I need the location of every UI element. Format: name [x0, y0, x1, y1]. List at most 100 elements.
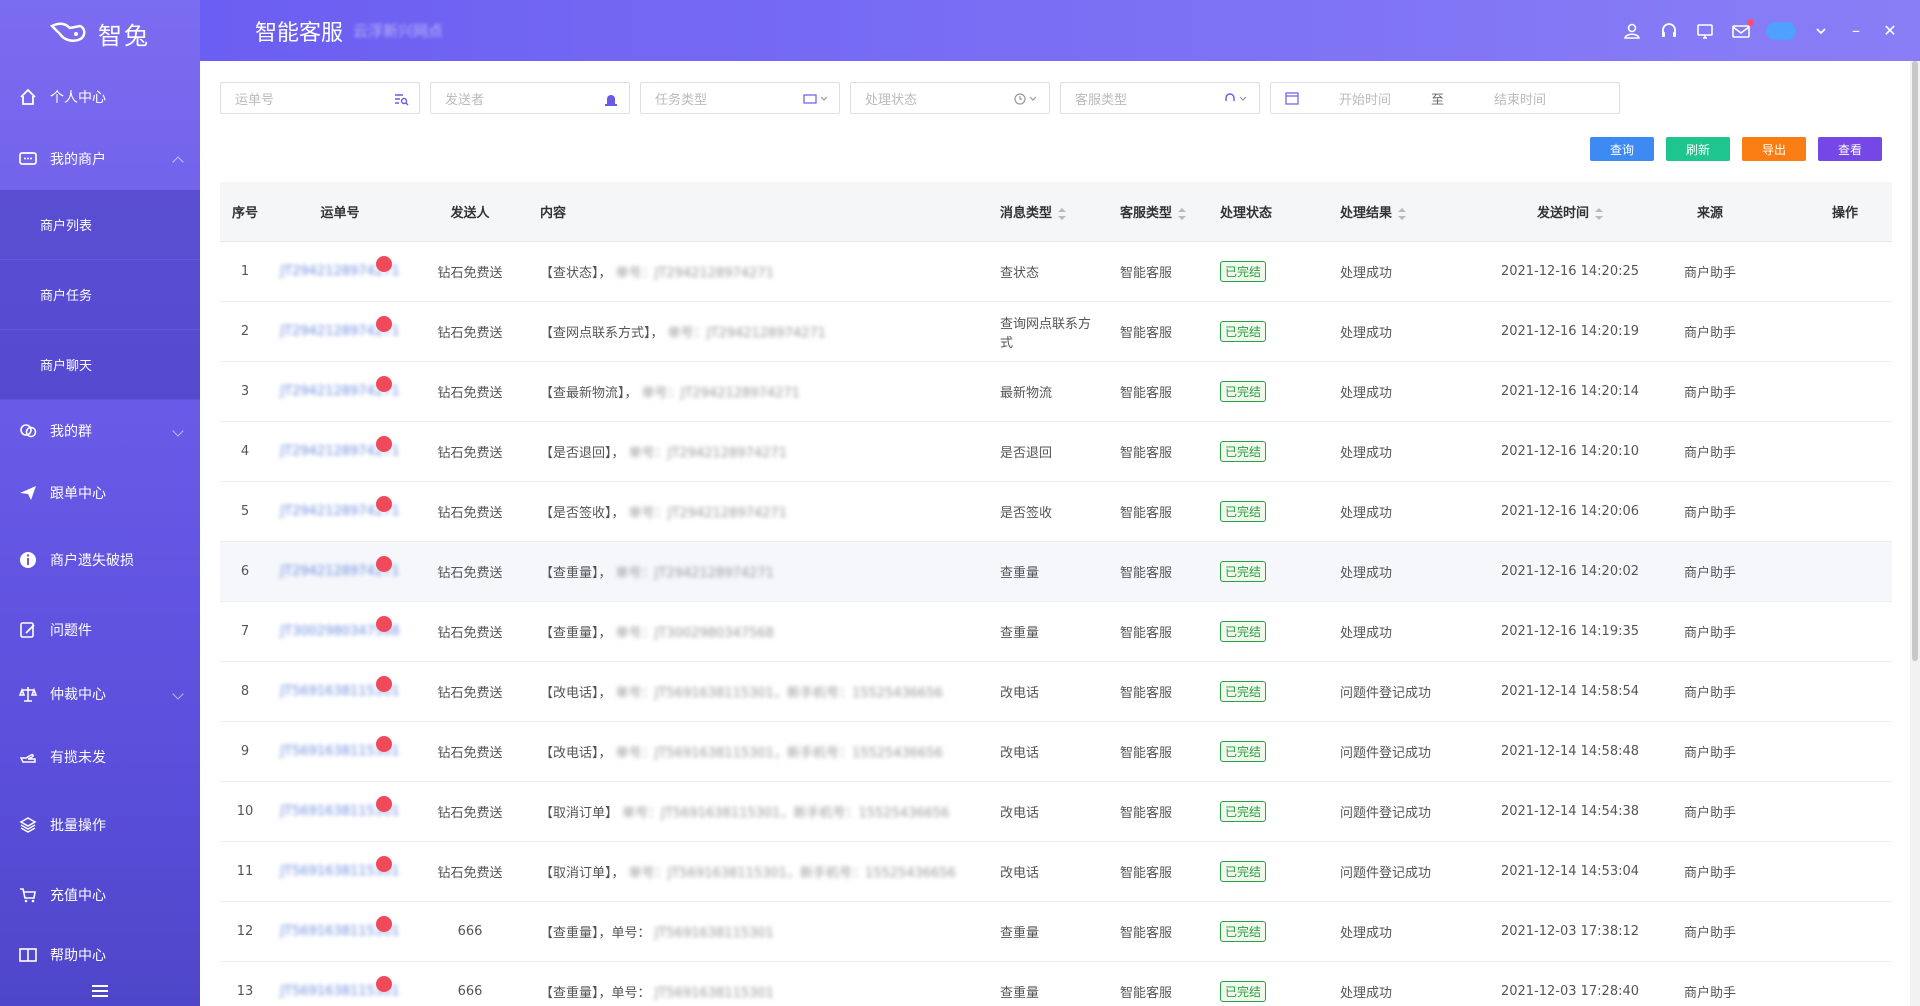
cell-result: 处理成功	[1340, 926, 1393, 941]
sort-icon[interactable]	[1058, 207, 1067, 220]
date-range-picker[interactable]: 开始时间 至 结束时间	[1270, 82, 1620, 114]
cell-bill[interactable]: JT5691638115301	[270, 976, 410, 999]
cell-svc-type: 智能客服	[1120, 746, 1173, 761]
cell-bill[interactable]: JT5691638115301	[270, 736, 410, 759]
content-head: 【查重量】，	[540, 566, 612, 581]
cell-source: 商户助手	[1683, 266, 1736, 281]
sidebar-item-help[interactable]: 帮助中心	[0, 930, 200, 980]
view-button[interactable]: 查看	[1818, 137, 1882, 161]
sidebar: 智兔 个人中心 我的商户 商户列表 商户任务 商户聊天 我的群 跟单中心 商户遗…	[0, 0, 200, 1006]
cell-msg-type: 是否退回	[1000, 446, 1053, 461]
sidebar-item-label: 有揽未发	[50, 750, 106, 766]
sidebar-item-problem[interactable]: 问题件	[0, 596, 200, 664]
unread-badge	[376, 376, 392, 392]
user-switch-icon[interactable]	[1622, 20, 1644, 42]
cell-source: 商户助手	[1683, 746, 1736, 761]
cell-content: 【取消订单】 单号：JT5691638115301，新手机号：155254366…	[530, 802, 990, 821]
refresh-button[interactable]: 刷新	[1666, 137, 1730, 161]
unread-badge	[376, 976, 392, 992]
col-header-content: 内容	[540, 206, 567, 221]
cell-bill[interactable]: JT2942128974271	[270, 316, 410, 339]
sidebar-subitem-merchant-list[interactable]: 商户列表	[0, 190, 200, 260]
cell-source: 商户助手	[1683, 626, 1736, 641]
content-tail: 单号：JT5691638115301，新手机号：15525436656	[615, 746, 943, 761]
status-select[interactable]: 处理状态	[850, 82, 1050, 114]
sidebar-item-recharge[interactable]: 充值中心	[0, 860, 200, 930]
cell-bill[interactable]: JT2942128974271	[270, 376, 410, 399]
sidebar-item-loss-damage[interactable]: 商户遗失破损	[0, 524, 200, 596]
cell-bill[interactable]: JT5691638115301	[270, 676, 410, 699]
content-head: 【查重量】，单号：	[540, 986, 651, 1001]
table-row[interactable]: 12 JT5691638115301 666 【查重量】，单号： JT56916381…	[220, 902, 1892, 962]
table-row[interactable]: 3 JT2942128974271 钻石免费送 【查最新物流】， 单号：JT29421…	[220, 362, 1892, 422]
export-button[interactable]: 导出	[1742, 137, 1806, 161]
avatar[interactable]	[1766, 21, 1796, 40]
sort-icon[interactable]	[1595, 207, 1603, 220]
app-logo[interactable]: 智兔	[0, 0, 200, 66]
cell-bill[interactable]: JT2942128974271	[270, 256, 410, 279]
sidebar-subitem-merchant-tasks[interactable]: 商户任务	[0, 260, 200, 330]
table-row[interactable]: 1 JT2942128974271 钻石免费送 【查状态】， 单号：JT2942128…	[220, 242, 1892, 302]
service-type-placeholder: 客服类型	[1075, 92, 1128, 108]
sidebar-item-tracking[interactable]: 跟单中心	[0, 462, 200, 524]
cell-sender: 钻石免费送	[437, 266, 503, 281]
table-row[interactable]: 11 JT5691638115301 钻石免费送 【取消订单】， 单号：JT56916…	[220, 842, 1892, 902]
table-row[interactable]: 13 JT5691638115301 666 【查重量】，单号： JT56916381…	[220, 962, 1892, 1006]
content-tail: JT5691638115301	[654, 926, 774, 941]
cell-bill[interactable]: JT2942128974271	[270, 496, 410, 519]
col-header-time[interactable]: 发送时间	[1480, 202, 1660, 221]
cell-state: 已完结	[1210, 981, 1330, 1002]
sidebar-item-batch[interactable]: 批量操作	[0, 790, 200, 860]
table-row[interactable]: 7 JT3002980347568 钻石免费送 【查重量】， 单号：JT3002980…	[220, 602, 1892, 662]
cell-bill[interactable]: JT5691638115301	[270, 796, 410, 819]
cell-result: 问题件登记成功	[1340, 746, 1432, 761]
headset-icon[interactable]	[1658, 20, 1680, 42]
sidebar-item-arbitration[interactable]: 仲裁中心	[0, 664, 200, 724]
task-type-select[interactable]: 任务类型	[640, 82, 840, 114]
sidebar-subitem-merchant-chat[interactable]: 商户聊天	[0, 330, 200, 400]
table-row[interactable]: 10 JT5691638115301 钻石免费送 【取消订单】 单号：JT569163…	[220, 782, 1892, 842]
table-row[interactable]: 6 JT2942128974271 钻石免费送 【查重量】， 单号：JT2942128…	[220, 542, 1892, 602]
cell-result: 处理成功	[1340, 506, 1393, 521]
scrollbar-thumb[interactable]	[1912, 61, 1918, 661]
table-row[interactable]: 4 JT2942128974271 钻石免费送 【是否退回】， 单号：JT294212…	[220, 422, 1892, 482]
bill-no-placeholder: 运单号	[235, 92, 275, 108]
close-button[interactable]: ✕	[1880, 21, 1900, 40]
col-header-msg-type[interactable]: 消息类型	[990, 202, 1110, 221]
mail-icon[interactable]	[1730, 18, 1754, 42]
bill-no-input[interactable]: 运单号	[220, 82, 420, 114]
minimize-button[interactable]: –	[1846, 21, 1866, 40]
monitor-icon[interactable]	[1694, 20, 1716, 42]
sort-icon[interactable]	[1178, 207, 1187, 220]
header-toolbar: – ✕	[1622, 0, 1900, 61]
cell-content: 【是否退回】， 单号：JT2942128974271	[530, 442, 990, 461]
table-row[interactable]: 5 JT2942128974271 钻石免费送 【是否签收】， 单号：JT294212…	[220, 482, 1892, 542]
sidebar-item-collected-unsent[interactable]: 有揽未发	[0, 724, 200, 790]
cell-bill[interactable]: JT2942128974271	[270, 436, 410, 459]
chevron-down-icon[interactable]	[1810, 20, 1832, 42]
cell-time: 2021-12-16 14:20:10	[1500, 444, 1640, 459]
col-header-result[interactable]: 处理结果	[1330, 202, 1480, 221]
service-type-select[interactable]: 客服类型	[1060, 82, 1260, 114]
sender-input[interactable]: 发送者	[430, 82, 630, 114]
status-badge: 已完结	[1220, 681, 1267, 702]
query-button[interactable]: 查询	[1590, 137, 1654, 161]
table-row[interactable]: 8 JT5691638115301 钻石免费送 【改电话】， 单号：JT5691638…	[220, 662, 1892, 722]
sort-icon[interactable]	[1398, 207, 1407, 220]
col-header-svc-type[interactable]: 客服类型	[1110, 202, 1210, 221]
cell-sender: 钻石免费送	[437, 746, 503, 761]
table-row[interactable]: 9 JT5691638115301 钻石免费送 【改电话】， 单号：JT5691638…	[220, 722, 1892, 782]
table-header: 序号 运单号 发送人 内容 消息类型 客服类型 处理状态 处理结果 发送时间 来…	[220, 182, 1892, 242]
sidebar-item-groups[interactable]: 我的群	[0, 400, 200, 462]
cell-time: 2021-12-14 14:58:48	[1500, 744, 1640, 759]
table-row[interactable]: 2 JT2942128974271 钻石免费送 【查网点联系方式】， 单号：JT294…	[220, 302, 1892, 362]
content-tail: 单号：JT2942128974271	[667, 326, 826, 341]
cell-bill[interactable]: JT3002980347568	[270, 616, 410, 639]
cell-bill[interactable]: JT5691638115301	[270, 916, 410, 939]
sidebar-item-merchants[interactable]: 我的商户	[0, 128, 200, 190]
collapse-menu-button[interactable]	[0, 976, 200, 1006]
sidebar-item-personal[interactable]: 个人中心	[0, 66, 200, 128]
sidebar-item-label: 帮助中心	[50, 948, 106, 964]
cell-bill[interactable]: JT5691638115301	[270, 856, 410, 879]
cell-bill[interactable]: JT2942128974271	[270, 556, 410, 579]
